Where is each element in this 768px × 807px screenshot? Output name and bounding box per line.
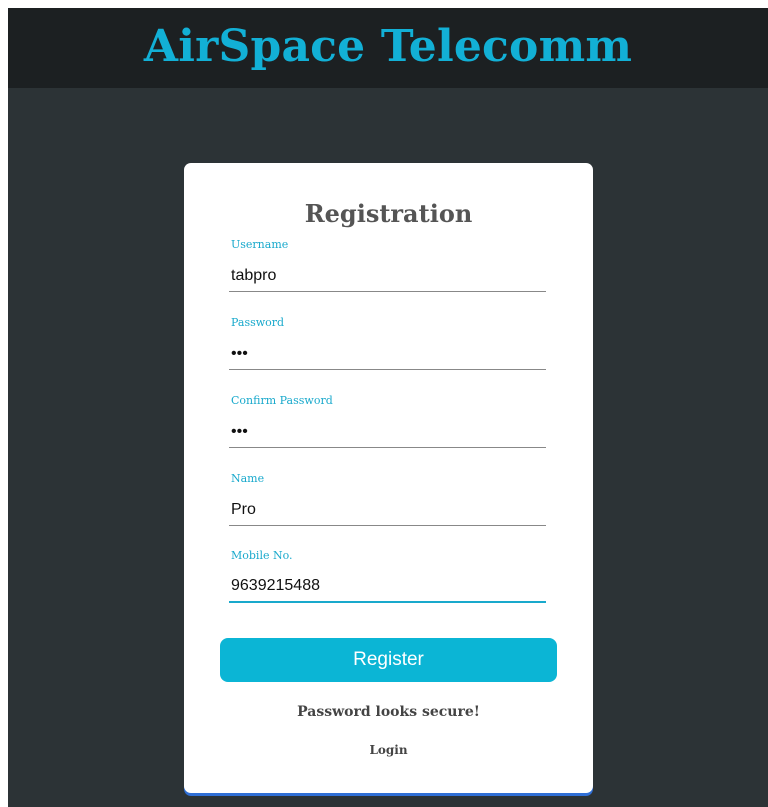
mobile-input[interactable] [229,563,546,603]
password-input[interactable] [229,330,546,370]
password-field-group: Password [229,316,546,376]
login-link[interactable]: Login [184,743,593,757]
app-title: AirSpace Telecomm [143,21,633,72]
page-background: AirSpace Telecomm Registration Username … [8,8,768,807]
registration-card: Registration Username Password Confirm P… [184,163,593,793]
form-title: Registration [304,199,473,228]
mobile-field-group: Mobile No. [229,549,546,609]
register-button[interactable]: Register [220,638,557,682]
confirm-password-label: Confirm Password [231,394,333,407]
name-label: Name [231,472,265,485]
confirm-password-field-group: Confirm Password [229,394,546,454]
confirm-password-input[interactable] [229,408,546,448]
name-input[interactable] [229,486,546,526]
password-status-message: Password looks secure! [297,704,480,720]
username-field-group: Username [229,238,546,298]
password-label: Password [231,316,285,329]
username-label: Username [231,238,289,251]
username-input[interactable] [229,252,546,292]
app-header: AirSpace Telecomm [8,8,768,88]
mobile-label: Mobile No. [231,549,293,562]
name-field-group: Name [229,472,546,532]
